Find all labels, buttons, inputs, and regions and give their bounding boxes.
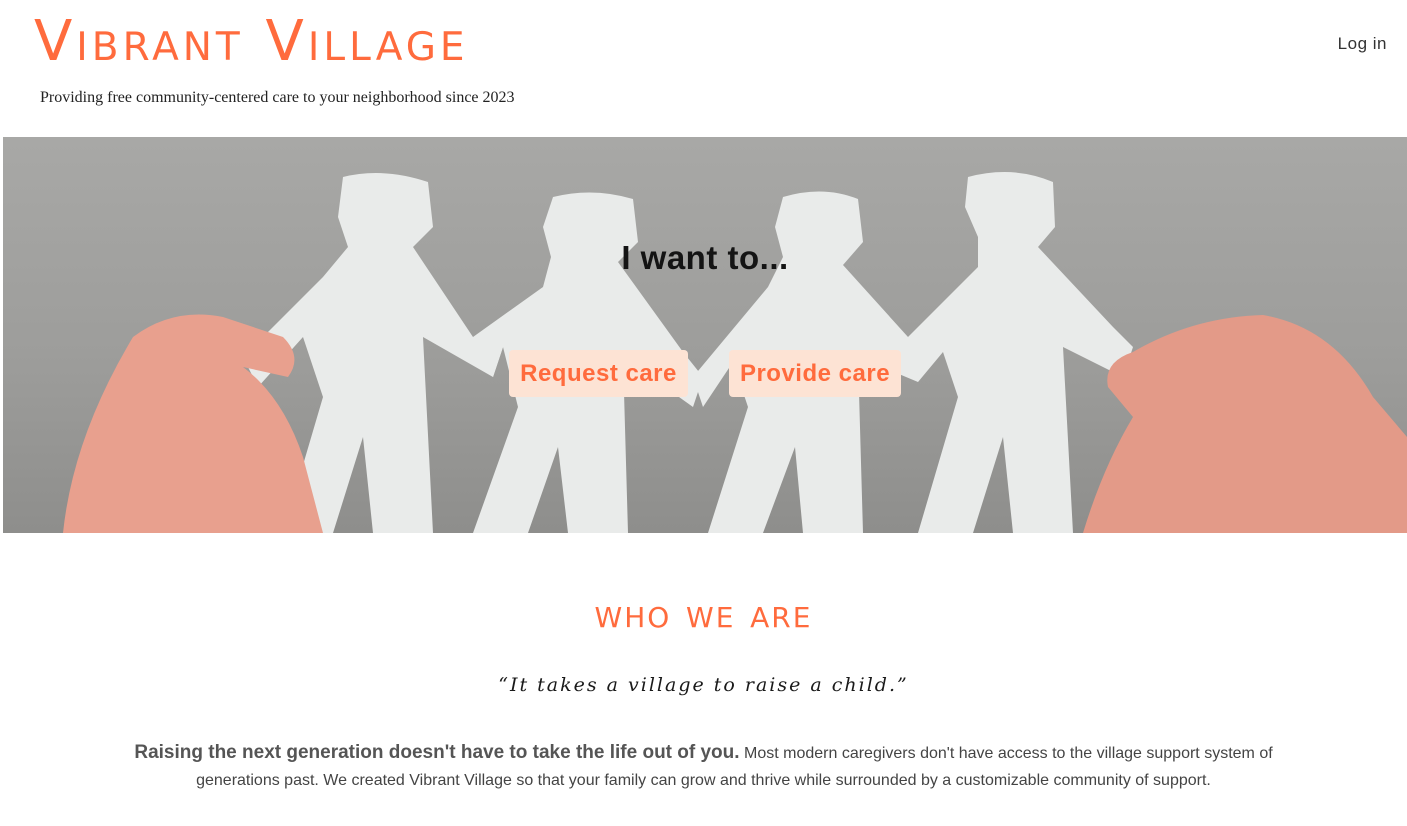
site-header: Vibrant Village Providing free community…	[0, 0, 1407, 137]
login-link[interactable]: Log in	[1338, 34, 1387, 54]
about-lead: Raising the next generation doesn't have…	[134, 742, 740, 763]
provide-care-button[interactable]: Provide care	[729, 350, 901, 397]
brand-tagline: Providing free community-centered care t…	[40, 89, 515, 106]
page: Vibrant Village Providing free community…	[0, 0, 1407, 826]
brand-title[interactable]: Vibrant Village	[34, 14, 469, 70]
village-quote: “It takes a village to raise a child.”	[498, 674, 909, 696]
hero-heading: I want to...	[621, 239, 789, 276]
about-paragraph: Raising the next generation doesn't have…	[100, 739, 1307, 794]
hero-banner: I want to... Request care Provide care	[3, 137, 1407, 533]
who-we-are-title: who we are	[594, 591, 813, 637]
paper-people-image	[63, 172, 1407, 533]
request-care-button[interactable]: Request care	[509, 350, 688, 397]
